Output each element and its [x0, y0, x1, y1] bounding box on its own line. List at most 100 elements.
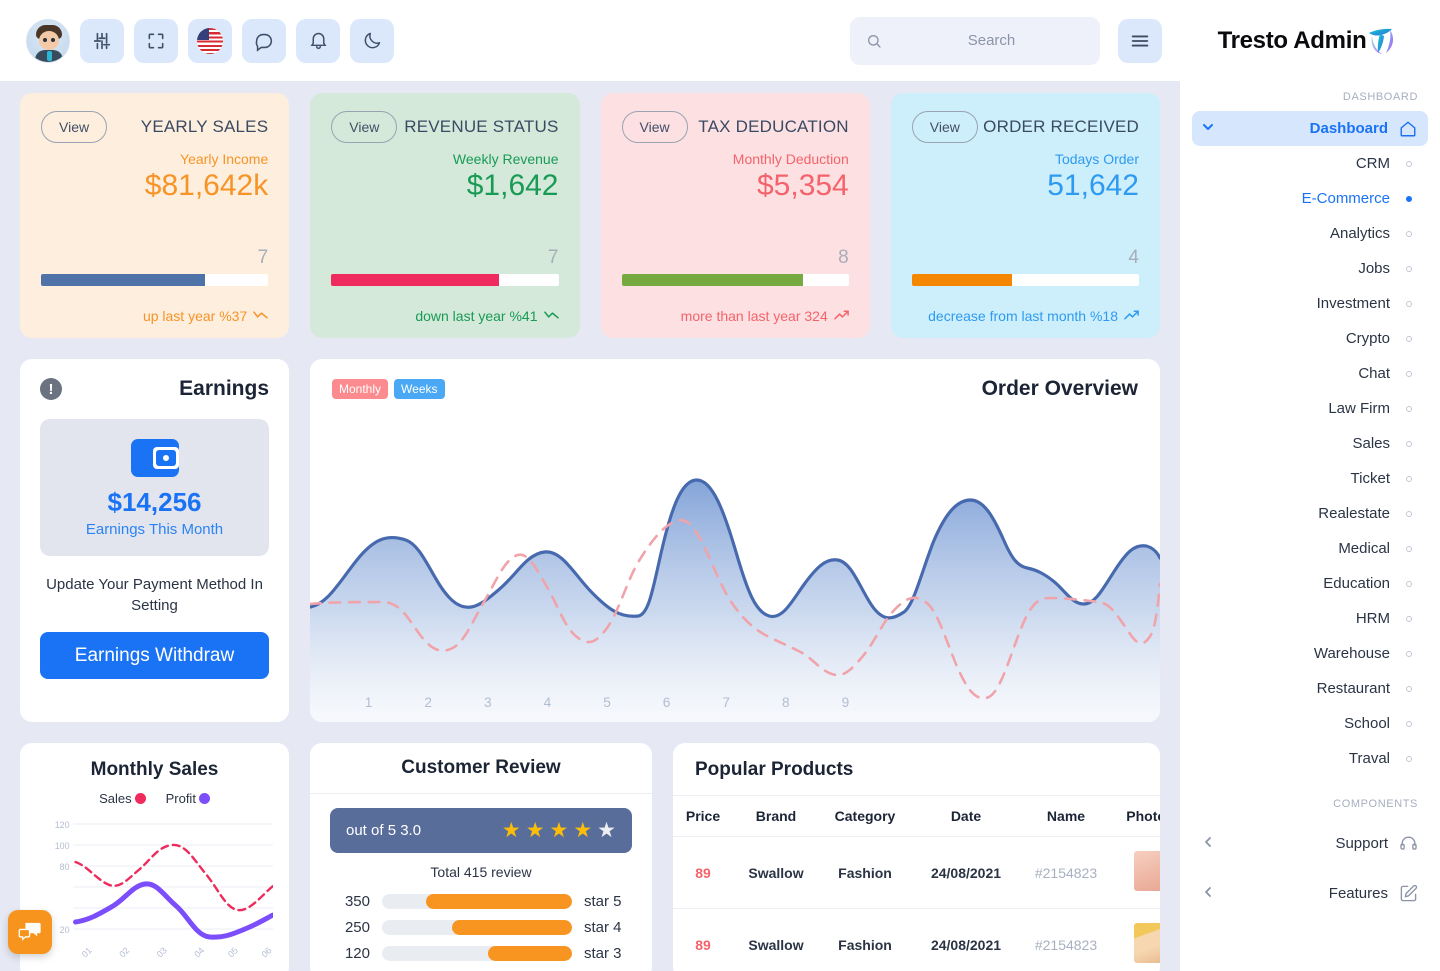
bell-icon[interactable]: [296, 18, 340, 63]
tab-weeks[interactable]: Weeks: [394, 379, 445, 399]
stat-subtitle: Weekly Revenue: [452, 151, 559, 167]
chevron-left-icon: [1202, 886, 1214, 901]
customer-review-body: ★ ★ ★ ★ ★ out of 5 3.0 Total 415 review: [310, 794, 652, 966]
sidebar-item-label: Investment: [1316, 295, 1390, 312]
stat-count: 7: [257, 247, 269, 268]
stat-count: 4: [1128, 247, 1139, 268]
view-button[interactable]: View: [911, 111, 978, 143]
sidebar-item-medical[interactable]: Medical: [1192, 531, 1428, 566]
sidebar-item-restaurant[interactable]: Restaurant: [1192, 671, 1428, 706]
col-date: Date: [911, 796, 1021, 837]
sidebar-item-label: Crypto: [1345, 330, 1390, 347]
sidebar-item-features[interactable]: Features: [1192, 868, 1428, 918]
sidebar-item-label: Support: [1335, 834, 1388, 852]
svg-text:05: 05: [226, 945, 240, 959]
sidebar-item-support[interactable]: Support: [1192, 818, 1428, 868]
bullet-dot-icon: [1400, 685, 1418, 692]
cell-category: Fashion: [819, 836, 911, 909]
stat-value: $5,354: [756, 169, 849, 202]
search-input[interactable]: [892, 32, 1091, 49]
stat-title: TAX DEDUCATION: [698, 117, 849, 136]
earnings-withdraw-button[interactable]: Earnings Withdraw: [40, 632, 269, 679]
review-total-text: Total 415 review: [430, 864, 532, 880]
view-button[interactable]: View: [621, 111, 688, 143]
earnings-note: Update Your Payment Method In Setting: [46, 576, 263, 614]
bullet-dot-icon: [1400, 720, 1418, 727]
bullet-dot-icon: [1400, 615, 1418, 622]
earnings-header: Earnings !: [40, 377, 269, 401]
stat-card-header: REVENUE STATUS View: [331, 111, 558, 143]
sidebar-item-hrm[interactable]: HRM: [1192, 601, 1428, 636]
order-overview-tabs: Monthly Weeks: [332, 379, 445, 399]
brand-mark-icon: [1364, 24, 1398, 58]
sidebar-item-jobs[interactable]: Jobs: [1192, 251, 1428, 286]
bullet-dot-icon: [1400, 230, 1418, 237]
customer-review-title: Customer Review: [310, 743, 652, 794]
menu-icon[interactable]: [1118, 18, 1162, 63]
sidebar-item-label: Medical: [1338, 540, 1390, 557]
legend-dot: [134, 793, 146, 804]
sidebar-item-law-firm[interactable]: Law Firm: [1192, 391, 1428, 426]
view-button[interactable]: View: [331, 111, 398, 143]
sidebar-item-education[interactable]: Education: [1192, 566, 1428, 601]
customer-review-card: Customer Review ★ ★ ★ ★ ★ out of 5 3.0 T…: [310, 743, 652, 971]
sidebar-item-dashboard[interactable]: Dashboard: [1192, 111, 1428, 146]
sidebar-item-school[interactable]: School: [1192, 706, 1428, 741]
svg-text:5: 5: [603, 694, 611, 710]
sidebar-item-chat[interactable]: Chat: [1192, 356, 1428, 391]
moon-icon[interactable]: [350, 18, 394, 63]
sidebar-item-sales[interactable]: Sales: [1192, 426, 1428, 461]
review-row: star 3 120: [330, 940, 632, 966]
sidebar-item-analytics[interactable]: Analytics: [1192, 216, 1428, 251]
search-box[interactable]: [850, 16, 1100, 65]
review-count: 350: [344, 892, 370, 910]
info-icon[interactable]: !: [40, 378, 62, 400]
chevron-left-icon: [1202, 836, 1214, 851]
svg-text:3: 3: [484, 694, 492, 710]
sidebar-item-label: Ticket: [1350, 470, 1390, 487]
star-icon: ★: [525, 819, 545, 842]
product-thumbnail: [1134, 923, 1160, 963]
sidebar-item-realestate[interactable]: Realestate: [1192, 496, 1428, 531]
view-button[interactable]: View: [41, 111, 108, 143]
fullscreen-icon[interactable]: [134, 18, 178, 63]
bullet-dot-icon: [1400, 335, 1418, 342]
avatar[interactable]: [26, 18, 70, 63]
sidebar-item-crypto[interactable]: Crypto: [1192, 321, 1428, 356]
sidebar-item-e-commerce[interactable]: E-Commerce: [1192, 181, 1428, 216]
trend-down-icon: [253, 308, 269, 324]
sidebar-item-label: CRM: [1355, 155, 1390, 172]
svg-text:9: 9: [842, 694, 850, 710]
bullet-dot-icon: [1400, 405, 1418, 412]
support-chat-fab[interactable]: [8, 910, 52, 954]
legend-dot: [198, 793, 210, 804]
app-root: YEARLY SALES View Yearly Income $81,642k…: [0, 0, 1440, 971]
sidebar-item-label: Chat: [1358, 365, 1390, 382]
sidebar-item-investment[interactable]: Investment: [1192, 286, 1428, 321]
brand-logo[interactable]: Tresto Admin: [1180, 0, 1440, 81]
star-icon-empty: ★: [597, 819, 616, 842]
sidebar-item-warehouse[interactable]: Warehouse: [1192, 636, 1428, 671]
stat-footer: down last year %41: [331, 308, 559, 324]
cell-name: #2154823: [1021, 836, 1111, 909]
bullet-dot-icon: [1400, 510, 1418, 517]
bullet-dot-icon: [1400, 440, 1418, 447]
table-row[interactable]: #2154823 24/08/2021 Fashion Swallow 89: [673, 908, 1160, 971]
nav-section-components-label: COMPONENTS: [1333, 798, 1418, 810]
bullet-dot-icon: [1400, 755, 1418, 762]
sidebar-item-ticket[interactable]: Ticket: [1192, 461, 1428, 496]
stat-card-tax-deducation: TAX DEDUCATION View Monthly Deduction $5…: [600, 93, 870, 338]
chat-icon[interactable]: [242, 18, 286, 63]
flag-usa-icon[interactable]: [188, 18, 232, 63]
review-count: 120: [344, 944, 370, 962]
sidebar-item-crm[interactable]: CRM: [1192, 146, 1428, 181]
sliders-icon[interactable]: [80, 18, 124, 63]
star-icon: ★: [573, 819, 593, 842]
sidebar-item-traval[interactable]: Traval: [1192, 741, 1428, 776]
col-photos: Photos: [1111, 796, 1160, 837]
cell-price: 89: [673, 908, 733, 971]
svg-text:80: 80: [60, 862, 70, 872]
tab-monthly[interactable]: Monthly: [332, 379, 389, 399]
table-row[interactable]: #2154823 24/08/2021 Fashion Swallow 89: [673, 836, 1160, 909]
wallet-icon: [130, 439, 179, 477]
